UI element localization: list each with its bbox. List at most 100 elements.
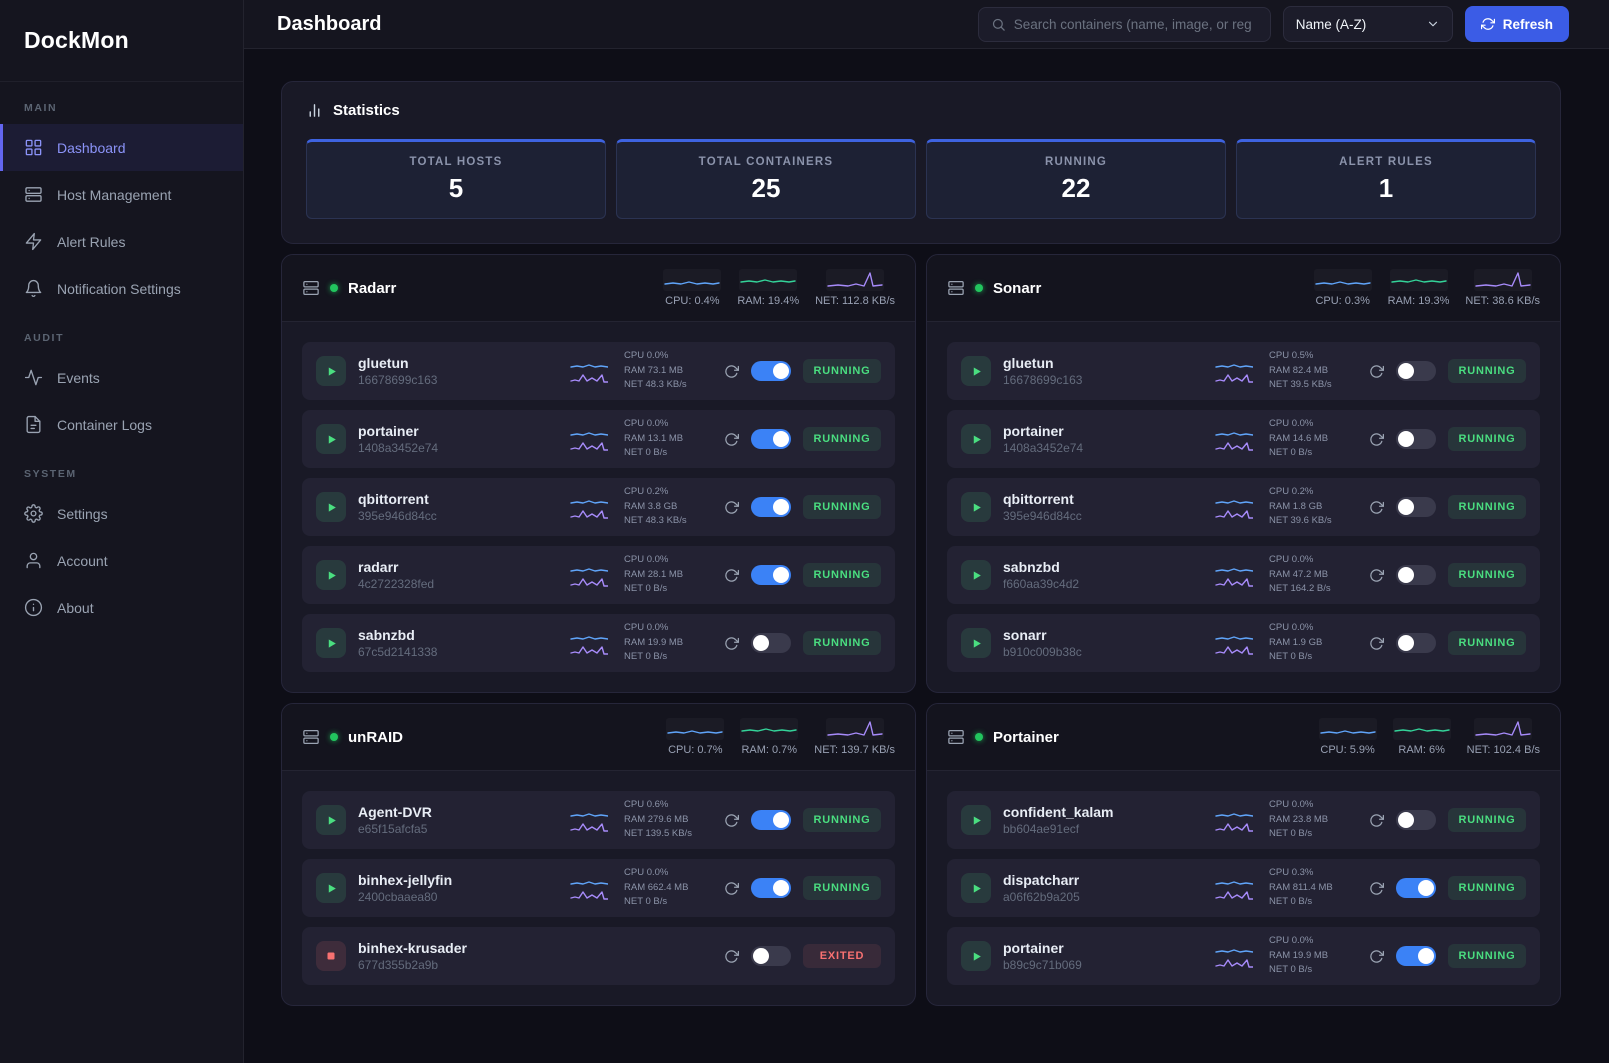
autostart-toggle[interactable] [1396,429,1436,449]
autostart-toggle[interactable] [1396,878,1436,898]
play-icon[interactable] [961,805,991,835]
status-badge: RUNNING [1448,808,1526,832]
status-badge: RUNNING [803,876,881,900]
sidebar-item-notification-settings[interactable]: Notification Settings [0,265,243,312]
play-icon[interactable] [961,941,991,971]
host-cpu-chart: CPU: 0.7% [666,718,724,756]
autostart-toggle[interactable] [751,429,791,449]
sidebar: DockMon MAINDashboardHost ManagementAler… [0,0,244,1063]
sidebar-item-settings[interactable]: Settings [0,490,243,537]
grid-icon [24,138,43,157]
host-charts: CPU: 0.3% RAM: 19.3% NET: 38.6 KB/s [1314,269,1540,307]
activity-icon [24,368,43,387]
restart-icon[interactable] [724,364,739,379]
toggle-knob [753,635,769,651]
sidebar-item-dashboard[interactable]: Dashboard [0,124,243,171]
restart-icon[interactable] [1369,813,1384,828]
container-sparklines [1215,944,1257,968]
autostart-toggle[interactable] [1396,946,1436,966]
container-stats: CPU 0.0%RAM 23.8 MBNET 0 B/s [1269,798,1357,842]
sort-select[interactable]: Name (A-Z) [1283,6,1453,42]
autostart-toggle[interactable] [751,946,791,966]
sidebar-item-account[interactable]: Account [0,537,243,584]
container-info: confident_kalambb604ae91ecf [1003,804,1203,836]
status-badge: RUNNING [1448,876,1526,900]
host-card-unraid: unRAIDCPU: 0.7%RAM: 0.7%NET: 139.7 KB/sA… [281,703,916,1006]
container-net: NET 0 B/s [1269,446,1357,461]
play-icon[interactable] [961,492,991,522]
autostart-toggle[interactable] [751,810,791,830]
restart-icon[interactable] [724,636,739,651]
restart-icon[interactable] [1369,636,1384,651]
container-net: NET 48.3 KB/s [624,378,712,393]
container-ram: RAM 279.6 MB [624,813,712,828]
autostart-toggle[interactable] [1396,565,1436,585]
sidebar-item-events[interactable]: Events [0,354,243,401]
stat-label: TOTAL HOSTS [409,156,502,168]
sidebar-item-container-logs[interactable]: Container Logs [0,401,243,448]
play-icon[interactable] [961,628,991,658]
restart-icon[interactable] [724,432,739,447]
autostart-toggle[interactable] [751,633,791,653]
play-icon[interactable] [316,560,346,590]
container-ram: RAM 3.8 GB [624,500,712,515]
restart-icon[interactable] [724,500,739,515]
stop-icon[interactable] [316,941,346,971]
play-icon[interactable] [316,628,346,658]
play-icon[interactable] [316,424,346,454]
host-card-radarr: RadarrCPU: 0.4%RAM: 19.4%NET: 112.8 KB/s… [281,254,916,693]
autostart-toggle[interactable] [1396,361,1436,381]
restart-icon[interactable] [1369,364,1384,379]
play-icon[interactable] [961,356,991,386]
play-icon[interactable] [316,356,346,386]
play-icon[interactable] [316,873,346,903]
restart-icon[interactable] [724,813,739,828]
container-id: 677d355b2a9b [358,958,712,972]
host-charts: CPU: 5.9%RAM: 6%NET: 102.4 B/s [1319,718,1540,756]
sidebar-item-alert-rules[interactable]: Alert Rules [0,218,243,265]
restart-icon[interactable] [1369,881,1384,896]
refresh-button[interactable]: Refresh [1465,6,1569,42]
container-cpu: CPU 0.0% [624,349,712,364]
sidebar-item-label: Account [57,553,108,569]
play-icon[interactable] [316,805,346,835]
play-icon[interactable] [961,873,991,903]
container-stats: CPU 0.0%RAM 19.9 MBNET 0 B/s [1269,934,1357,978]
host-online-dot [330,284,338,292]
sidebar-item-host-management[interactable]: Host Management [0,171,243,218]
container-ram: RAM 73.1 MB [624,364,712,379]
search-input[interactable] [1014,17,1258,32]
autostart-toggle[interactable] [751,565,791,585]
host-ram-sparkline [739,269,797,291]
host-grid: RadarrCPU: 0.4%RAM: 19.4%NET: 112.8 KB/s… [281,254,1561,1006]
restart-icon[interactable] [724,881,739,896]
play-icon[interactable] [961,560,991,590]
restart-icon[interactable] [1369,432,1384,447]
container-id: b89c9c71b069 [1003,958,1203,972]
restart-icon[interactable] [1369,949,1384,964]
container-row-gluetun: gluetun16678699c163CPU 0.5%RAM 82.4 MBNE… [947,342,1540,400]
autostart-toggle[interactable] [1396,633,1436,653]
host-cpu-chart: CPU: 0.3% [1314,269,1372,307]
topbar: Dashboard Name (A-Z) Refresh [244,0,1609,49]
host-container-list: confident_kalambb604ae91ecf CPU 0.0%RAM 2… [927,771,1560,1005]
container-net: NET 48.3 KB/s [624,514,712,529]
restart-icon[interactable] [724,568,739,583]
restart-icon[interactable] [1369,568,1384,583]
autostart-toggle[interactable] [751,361,791,381]
host-ram-label: RAM: 19.3% [1388,295,1450,307]
sidebar-item-about[interactable]: About [0,584,243,631]
restart-icon[interactable] [724,949,739,964]
autostart-toggle[interactable] [1396,497,1436,517]
toggle-knob [1398,431,1414,447]
play-icon[interactable] [961,424,991,454]
restart-icon[interactable] [1369,500,1384,515]
container-info: Agent-DVRe65f15afcfa5 [358,804,558,836]
play-icon[interactable] [316,492,346,522]
host-net-chart: NET: 38.6 KB/s [1465,269,1540,307]
autostart-toggle[interactable] [751,497,791,517]
autostart-toggle[interactable] [751,878,791,898]
toggle-knob [753,948,769,964]
autostart-toggle[interactable] [1396,810,1436,830]
container-sparklines [570,495,612,519]
